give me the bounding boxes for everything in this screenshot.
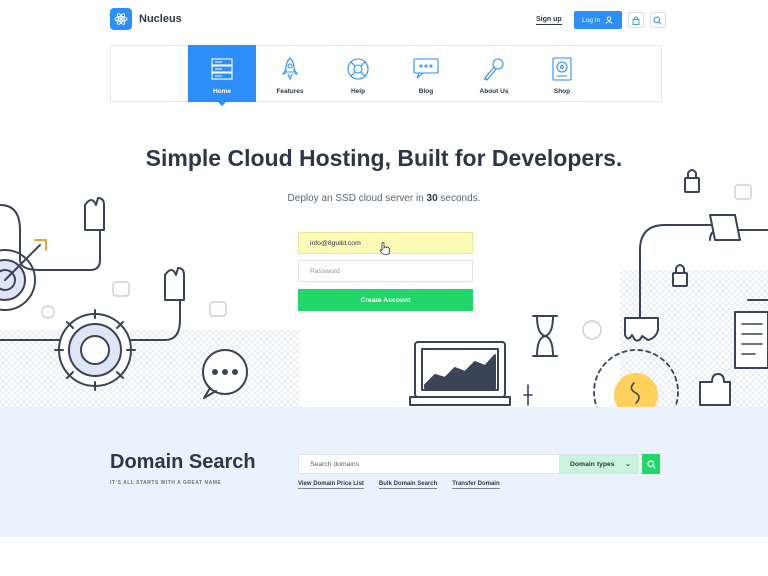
password-field[interactable]: Password	[298, 260, 473, 282]
chat-bubbles-icon	[413, 58, 439, 79]
nav-label: Features	[276, 88, 304, 95]
hero-subtitle-text: Deploy an SSD cloud server in	[287, 193, 427, 204]
hourglass-icon	[532, 315, 558, 357]
target-icon	[0, 239, 47, 311]
password-placeholder: Password	[310, 267, 340, 275]
bulk-search-link[interactable]: Bulk Domain Search	[378, 481, 438, 489]
nav-item-help[interactable]: Help	[324, 45, 392, 102]
nav-label: Help	[350, 88, 366, 95]
lock-icon	[684, 169, 700, 193]
email-field[interactable]: info@8guild.com	[298, 232, 473, 255]
nav-item-about-us[interactable]: About Us	[460, 45, 528, 102]
transfer-domain-link[interactable]: Transfer Domain	[452, 481, 500, 489]
lifebuoy-icon	[347, 58, 369, 80]
nav-item-features[interactable]: Features	[256, 45, 324, 102]
domain-tagline: IT`S ALL STARTS WITH A GREAT NAME	[110, 480, 222, 486]
cart-button[interactable]	[627, 12, 644, 28]
nav-item-blog[interactable]: Blog	[392, 45, 460, 102]
login-button[interactable]: Log In	[573, 11, 622, 29]
search-icon	[646, 459, 656, 469]
search-icon	[653, 16, 662, 25]
search-toggle-button[interactable]	[649, 12, 666, 28]
email-value: info@8guild.com	[310, 239, 361, 247]
microphone-icon	[483, 58, 504, 81]
hero-subtitle: Deploy an SSD cloud server in 30 seconds…	[0, 193, 768, 204]
hero-subtitle-number: 30	[426, 193, 438, 204]
hero-title: Simple Cloud Hosting, Built for Develope…	[145, 145, 623, 171]
hero-subtitle-end: seconds.	[437, 193, 481, 204]
domain-types-select[interactable]: Domain types ⌄	[559, 455, 639, 473]
rocket-icon	[281, 57, 299, 81]
laptop-icon	[409, 341, 511, 406]
document-icon	[734, 311, 768, 369]
domain-search-bar: Search domains Domain types ⌄	[298, 454, 660, 474]
user-icon	[605, 16, 613, 24]
nav-label: About Us	[479, 88, 509, 95]
hand-cursor-icon	[379, 242, 390, 255]
atom-icon	[110, 8, 132, 30]
domain-types-label: Domain types	[570, 460, 615, 468]
login-label: Log In	[582, 16, 601, 24]
lock-icon	[672, 264, 688, 287]
server-icon	[211, 58, 233, 80]
header-actions: Sign up Log In	[536, 11, 666, 29]
chevron-down-icon: ⌄	[625, 461, 631, 468]
nav-label: Home	[212, 88, 232, 95]
nav-label: Blog	[418, 88, 434, 95]
brand-logo[interactable]: Nucleus	[110, 8, 182, 30]
domain-search-title: Domain Search	[110, 451, 256, 473]
create-account-button[interactable]: Create Account	[298, 289, 473, 311]
nav-label: Shop	[553, 88, 571, 95]
domain-search-button[interactable]	[642, 454, 660, 474]
price-list-link[interactable]: View Domain Price List	[298, 481, 364, 489]
brand-name: Nucleus	[139, 13, 182, 25]
signup-link[interactable]: Sign up	[536, 16, 562, 25]
domain-links: View Domain Price List Bulk Domain Searc…	[298, 481, 500, 489]
nav-item-shop[interactable]: Shop	[528, 45, 596, 102]
hard-drive-icon	[552, 57, 572, 81]
lock-icon	[632, 16, 640, 25]
gear-icon	[54, 309, 136, 391]
main-nav: Home Features Help Blog About Us Shop	[110, 45, 662, 106]
domain-search-input[interactable]: Search domains	[299, 455, 559, 473]
nav-item-home[interactable]: Home	[188, 45, 256, 106]
